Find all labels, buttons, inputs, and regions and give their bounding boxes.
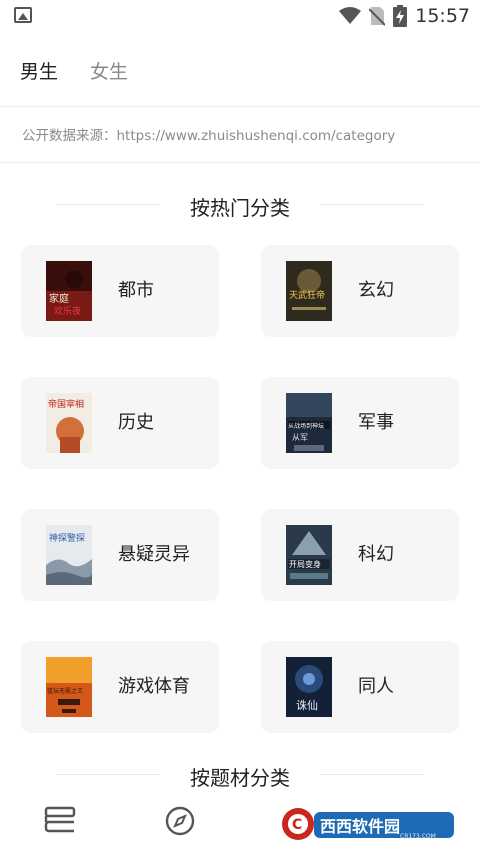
- svg-text:帝国宰相: 帝国宰相: [48, 398, 84, 410]
- section-title-theme: 按题材分类: [190, 766, 290, 790]
- bookshelf-icon[interactable]: [43, 804, 77, 838]
- category-label: 军事: [358, 412, 394, 433]
- category-label: 科幻: [358, 544, 394, 565]
- category-label: 同人: [358, 676, 394, 697]
- book-cover: 神探警探: [46, 525, 92, 585]
- watermark-logo: C 西西软件园 CR173.COM: [280, 806, 458, 842]
- svg-text:C: C: [292, 817, 302, 833]
- category-label: 游戏体育: [118, 676, 190, 697]
- tab-female[interactable]: 女生: [90, 57, 128, 84]
- compass-icon[interactable]: [163, 804, 197, 838]
- book-cover: 诛仙: [286, 657, 332, 717]
- category-card-lishi[interactable]: 帝国宰相 历史: [21, 377, 219, 469]
- svg-text:家庭: 家庭: [49, 292, 69, 305]
- tab-male[interactable]: 男生: [20, 57, 58, 84]
- no-sim-icon: [369, 7, 386, 26]
- category-card-kehuan[interactable]: 开局变身 科幻: [261, 509, 459, 601]
- book-cover: 帝国宰相: [46, 393, 92, 453]
- category-card-tongren[interactable]: 诛仙 同人: [261, 641, 459, 733]
- svg-text:开局变身: 开局变身: [289, 559, 321, 569]
- svg-text:神探警探: 神探警探: [49, 532, 85, 544]
- category-label: 历史: [118, 412, 154, 433]
- image-icon: [14, 7, 32, 23]
- status-icons: 15:57: [339, 5, 470, 27]
- category-label: 悬疑灵异: [118, 544, 190, 565]
- category-card-xuanyi[interactable]: 神探警探 悬疑灵异: [21, 509, 219, 601]
- category-card-xuanhuan[interactable]: 天武狂帝 玄幻: [261, 245, 459, 337]
- svg-text:篮坛无冕之王: 篮坛无冕之王: [47, 687, 83, 695]
- bottom-nav: C 西西软件园 CR173.COM: [0, 796, 480, 854]
- svg-text:天武狂帝: 天武狂帝: [289, 289, 325, 301]
- book-cover: 从战场到神坛 从军: [286, 393, 332, 453]
- svg-text:西西软件园: 西西软件园: [320, 817, 400, 836]
- category-card-dushi[interactable]: 家庭 欢乐夜 都市: [21, 245, 219, 337]
- gender-tabs: 男生 女生: [20, 52, 128, 88]
- wifi-icon: [339, 7, 362, 24]
- svg-text:欢乐夜: 欢乐夜: [54, 305, 81, 317]
- category-label: 都市: [118, 280, 154, 301]
- status-bar: 15:57: [0, 0, 480, 33]
- category-card-youxi[interactable]: 篮坛无冕之王 游戏体育: [21, 641, 219, 733]
- svg-text:诛仙: 诛仙: [296, 699, 318, 712]
- tabs-divider: [0, 106, 480, 107]
- status-time: 15:57: [415, 5, 470, 27]
- book-cover: 开局变身: [286, 525, 332, 585]
- data-source-text: 公开数据来源：https://www.zhuishushenqi.com/cat…: [22, 128, 396, 144]
- battery-charging-icon: [393, 5, 408, 27]
- svg-text:从军: 从军: [292, 433, 308, 442]
- category-card-junshi[interactable]: 从战场到神坛 从军 军事: [261, 377, 459, 469]
- book-cover: 篮坛无冕之王: [46, 657, 92, 717]
- svg-text:CR173.COM: CR173.COM: [400, 833, 436, 840]
- svg-text:从战场到神坛: 从战场到神坛: [288, 422, 324, 430]
- section-title-hot: 按热门分类: [190, 196, 290, 220]
- source-divider: [0, 162, 480, 163]
- category-label: 玄幻: [358, 280, 394, 301]
- book-cover: 家庭 欢乐夜: [46, 261, 92, 321]
- book-cover: 天武狂帝: [286, 261, 332, 321]
